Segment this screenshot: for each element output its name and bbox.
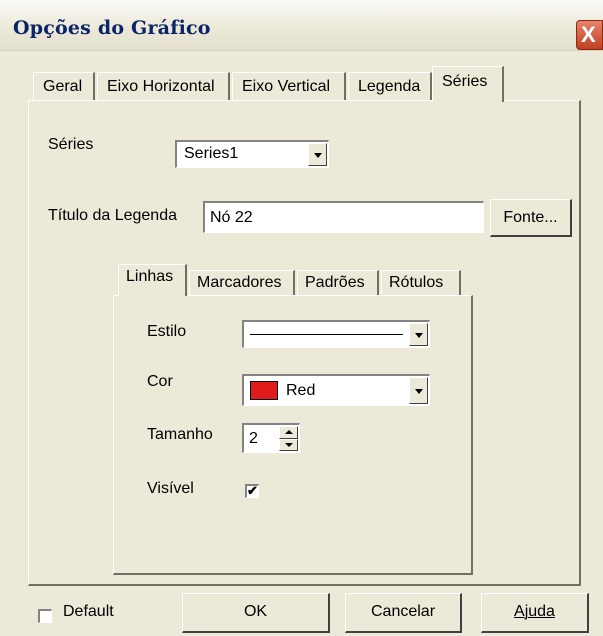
- tab-eixo-vertical[interactable]: Eixo Vertical: [232, 72, 346, 101]
- size-stepper[interactable]: 2: [242, 423, 300, 453]
- line-style-preview: [250, 334, 403, 335]
- legend-title-label: Título da Legenda: [48, 207, 177, 224]
- default-label: Default: [63, 603, 114, 620]
- color-label: Cor: [147, 373, 173, 390]
- size-spinner[interactable]: [279, 426, 298, 451]
- ok-button[interactable]: OK: [182, 593, 330, 633]
- tab-geral[interactable]: Geral: [33, 72, 95, 101]
- subtab-marcadores[interactable]: Marcadores: [189, 270, 295, 296]
- font-button[interactable]: Fonte...: [490, 199, 572, 237]
- legend-title-input[interactable]: Nó 22: [203, 201, 484, 233]
- subtab-rotulos[interactable]: Rótulos: [381, 270, 461, 296]
- size-value: 2: [249, 430, 258, 447]
- series-select[interactable]: Series1: [175, 140, 329, 168]
- chevron-down-icon: [415, 332, 423, 338]
- cancel-button[interactable]: Cancelar: [345, 593, 462, 633]
- help-button-label: Ajuda: [514, 603, 555, 620]
- help-button[interactable]: Ajuda: [481, 593, 589, 633]
- series-label: Séries: [48, 136, 94, 153]
- title-bar: Opções do Gráfico X: [0, 0, 603, 51]
- visible-checkbox[interactable]: ✔: [245, 483, 259, 498]
- style-label: Estilo: [147, 323, 187, 340]
- spin-down-icon[interactable]: [279, 438, 298, 451]
- tab-legenda[interactable]: Legenda: [348, 72, 432, 101]
- color-swatch: [250, 381, 278, 400]
- close-button[interactable]: X: [576, 20, 603, 50]
- series-dropdown-button[interactable]: [308, 143, 327, 166]
- color-value: Red: [286, 382, 316, 399]
- subtab-linhas[interactable]: Linhas: [118, 264, 187, 296]
- subtab-padroes[interactable]: Padrões: [297, 270, 379, 296]
- chevron-down-icon: [314, 152, 322, 158]
- legend-title-value: Nó 22: [210, 209, 253, 226]
- color-dropdown-button[interactable]: [409, 377, 428, 404]
- chevron-down-icon: [415, 388, 423, 394]
- tab-eixo-horizontal[interactable]: Eixo Horizontal: [97, 72, 230, 101]
- line-style-select[interactable]: [242, 320, 430, 348]
- tab-series[interactable]: Séries: [432, 66, 504, 102]
- series-select-value: Series1: [184, 145, 239, 162]
- spin-up-icon[interactable]: [279, 426, 298, 439]
- default-checkbox[interactable]: [38, 609, 52, 623]
- visible-label: Visível: [147, 480, 194, 497]
- close-icon: X: [581, 22, 596, 47]
- window-title: Opções do Gráfico: [13, 17, 211, 39]
- checkmark-icon: ✔: [247, 483, 258, 498]
- line-color-select[interactable]: Red: [242, 374, 430, 406]
- size-label: Tamanho: [147, 426, 213, 443]
- style-dropdown-button[interactable]: [409, 323, 428, 346]
